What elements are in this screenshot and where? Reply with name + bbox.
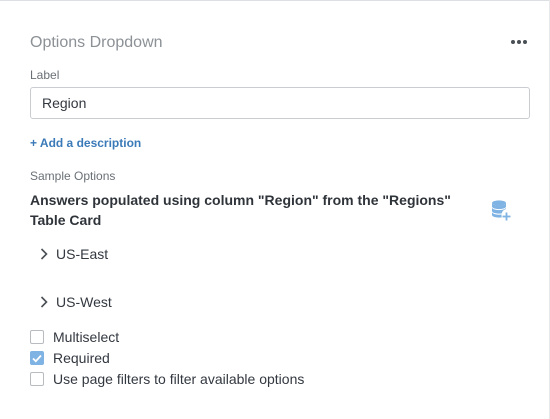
sample-options-label: Sample Options [30,169,116,183]
page-filters-label: Use page filters to filter available opt… [53,371,305,387]
chevron-right-icon [38,247,50,261]
sample-option-us-west[interactable]: US-West [38,292,112,312]
top-divider [0,0,550,1]
page-filters-checkbox[interactable] [30,372,44,386]
more-dot [517,40,521,44]
more-horizontal-icon [511,40,515,44]
required-label: Required [53,350,110,366]
required-checkbox[interactable] [30,351,44,365]
sample-option-label: US-West [56,294,112,310]
more-dot [523,40,527,44]
multiselect-label: Multiselect [53,329,120,345]
panel-title: Options Dropdown [30,34,163,51]
label-field-label: Label [30,68,60,82]
sample-option-label: US-East [56,246,109,262]
add-description-link[interactable]: + Add a description [30,136,141,151]
multiselect-checkbox-row[interactable]: Multiselect [30,328,119,346]
label-input[interactable] [30,87,530,119]
required-checkbox-row[interactable]: Required [30,349,110,367]
database-add-icon[interactable] [489,198,513,222]
more-options-button[interactable] [508,32,530,52]
page-filters-checkbox-row[interactable]: Use page filters to filter available opt… [30,370,304,388]
answers-source-text: Answers populated using column "Region" … [30,192,451,228]
chevron-right-icon [38,295,50,309]
multiselect-checkbox[interactable] [30,330,44,344]
sample-option-us-east[interactable]: US-East [38,244,108,264]
checkmark-icon [32,354,42,362]
